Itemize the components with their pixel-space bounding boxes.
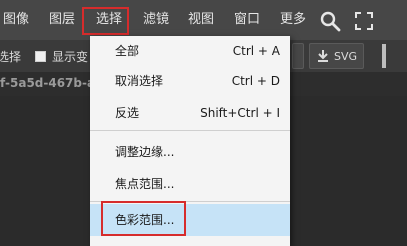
download-svg-button[interactable]: SVG: [309, 43, 365, 69]
option-label: 全部: [115, 44, 140, 58]
option-shortcut: Ctrl + A: [232, 44, 280, 58]
option-button-partial[interactable]: [292, 43, 304, 69]
option-label: 取消选择: [115, 74, 164, 88]
fullscreen-icon[interactable]: [353, 10, 375, 32]
menu-filter[interactable]: 滤镜: [143, 0, 169, 40]
menu-option-refine-edge[interactable]: 调整边缘...: [90, 139, 290, 165]
search-icon[interactable]: [318, 9, 342, 33]
menu-divider: [90, 130, 290, 131]
menu-view[interactable]: 视图: [188, 0, 214, 40]
option-select-label: 选择: [0, 50, 22, 64]
checkbox-label: 显示变: [52, 50, 89, 64]
svg-button-label: SVG: [334, 49, 358, 63]
option-shortcut: Shift+Ctrl + I: [200, 106, 280, 120]
menu-window[interactable]: 窗口: [234, 0, 260, 40]
menu-option-focus-area[interactable]: 焦点范围...: [90, 171, 290, 197]
option-label: 焦点范围...: [115, 177, 175, 191]
highlight-box-color-range: [101, 201, 186, 236]
menu-option-select-all[interactable]: 全部 Ctrl + A: [90, 38, 290, 64]
document-tab-title[interactable]: f-5a5d-467b-a(: [0, 76, 101, 90]
menu-more[interactable]: 更多: [280, 0, 306, 40]
menu-layer[interactable]: 图层: [49, 0, 75, 40]
menu-option-inverse[interactable]: 反选 Shift+Ctrl + I: [90, 100, 290, 126]
menu-image[interactable]: 图像: [3, 0, 29, 40]
show-checkbox[interactable]: [35, 51, 46, 62]
option-label: 反选: [115, 106, 140, 120]
download-icon: [318, 50, 328, 62]
option-label: 调整边缘...: [115, 145, 175, 159]
menu-bar: 图像 图层 选择 滤镜 视图 窗口 更多: [0, 0, 407, 40]
menu-option-deselect[interactable]: 取消选择 Ctrl + D: [90, 68, 290, 94]
highlight-box-select-menu: [82, 7, 129, 35]
option-shortcut: Ctrl + D: [231, 74, 280, 88]
option-divider: [382, 44, 386, 68]
